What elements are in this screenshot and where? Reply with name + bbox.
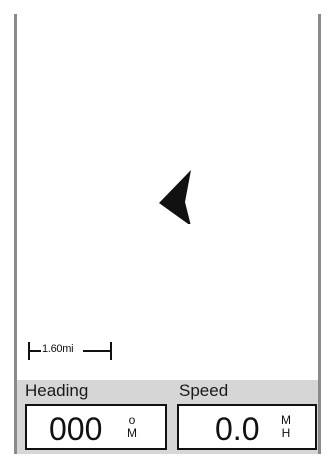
- speed-unit: M H: [279, 414, 293, 440]
- speed-value: 0.0: [215, 411, 260, 447]
- gps-screen: 1.60mi Heading Speed 000 o M 0.0 M H: [14, 14, 321, 454]
- map-view[interactable]: 1.60mi: [17, 14, 318, 380]
- gps-device: 1.60mi Heading Speed 000 o M 0.0 M H: [0, 0, 336, 460]
- heading-unit: o M: [125, 414, 139, 440]
- heading-label: Heading: [25, 381, 89, 400]
- speed-field[interactable]: 0.0 M H: [177, 404, 317, 450]
- heading-unit-bottom: M: [127, 426, 137, 440]
- scale-label: 1.60mi: [42, 343, 74, 355]
- heading-value: 000: [49, 411, 103, 447]
- speed-unit-top: M: [281, 413, 291, 427]
- map-scale: 1.60mi: [27, 340, 137, 362]
- heading-unit-top: o: [128, 413, 136, 427]
- speed-label: Speed: [179, 381, 229, 400]
- heading-field[interactable]: 000 o M: [25, 404, 167, 450]
- speed-unit-bottom: H: [281, 426, 291, 440]
- position-arrow-icon: [159, 170, 191, 224]
- data-fields-panel: Heading Speed 000 o M 0.0 M H: [17, 380, 318, 454]
